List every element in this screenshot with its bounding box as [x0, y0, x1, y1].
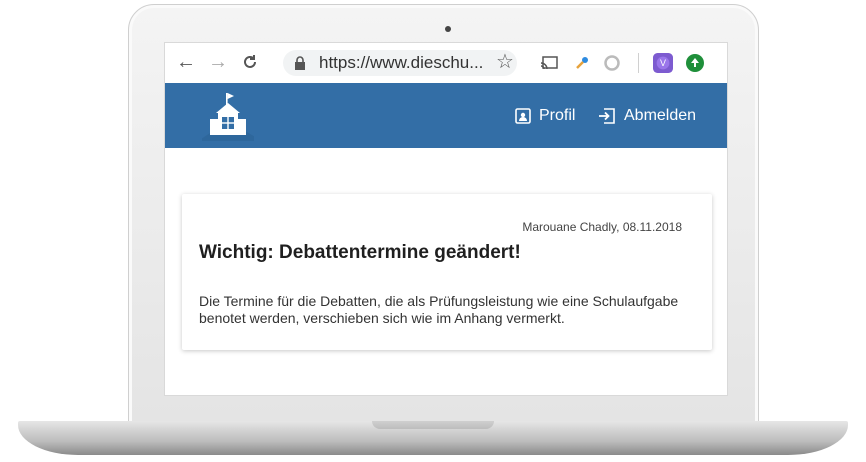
profile-initial: V — [659, 58, 666, 68]
announcement-body: Die Termine für die Debatten, die als Pr… — [199, 293, 679, 326]
address-bar[interactable]: https://www.dieschu... — [283, 50, 517, 76]
toolbar-divider — [638, 53, 639, 73]
browser-toolbar: ← → https://www.dieschu... ☆ V — [165, 43, 727, 84]
profile-link[interactable]: Profil — [515, 105, 575, 127]
url-text: https://www.dieschu... — [319, 53, 484, 72]
school-logo-icon[interactable] — [202, 91, 254, 141]
reload-icon[interactable] — [239, 51, 261, 73]
app-header: Profil Abmelden — [165, 83, 727, 148]
lock-icon — [295, 56, 305, 70]
extension-green-icon[interactable] — [685, 53, 705, 73]
announcement-title: Wichtig: Debattentermine geändert! — [199, 242, 521, 263]
profile-label: Profil — [539, 107, 576, 124]
key-icon[interactable] — [572, 53, 592, 73]
bookmark-star-icon[interactable]: ☆ — [496, 49, 514, 74]
laptop-notch — [372, 421, 494, 429]
announcement-card[interactable]: Marouane Chadly, 08.11.2018 Wichtig: Deb… — [182, 194, 712, 350]
forward-icon[interactable]: → — [207, 51, 229, 73]
extension-icon[interactable] — [602, 53, 622, 73]
cast-icon[interactable] — [539, 53, 559, 73]
logout-link[interactable]: Abmelden — [598, 105, 696, 127]
logout-label: Abmelden — [624, 107, 697, 124]
back-icon[interactable]: ← — [175, 51, 197, 73]
logout-icon — [599, 108, 615, 124]
camera-icon — [445, 26, 451, 32]
profile-avatar-icon[interactable]: V — [653, 53, 673, 73]
profile-icon — [515, 108, 531, 124]
laptop-screen: ← → https://www.dieschu... ☆ V Profil Ab… — [164, 42, 728, 396]
announcement-meta: Marouane Chadly, 08.11.2018 — [522, 220, 682, 234]
